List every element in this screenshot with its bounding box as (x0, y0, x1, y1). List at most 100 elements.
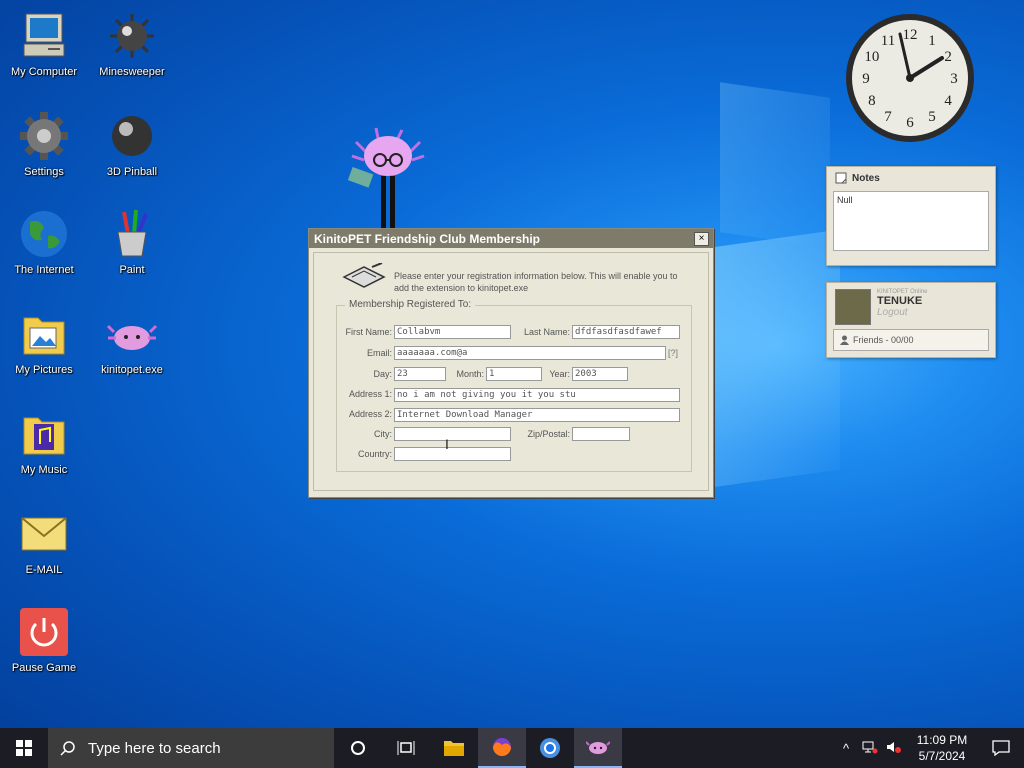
desktop-icon-minesweeper[interactable]: Minesweeper (90, 10, 174, 78)
desktop-icon-the-internet[interactable]: The Internet (2, 208, 86, 276)
taskbar-clock[interactable]: 11:09 PM 5/7/2024 (906, 732, 978, 764)
month-label: Month: (456, 369, 484, 379)
circle-icon (351, 741, 365, 755)
taskbar-kinitopet[interactable] (574, 728, 622, 768)
firefox-icon (493, 738, 511, 756)
power-icon (20, 608, 68, 656)
desktop-icon-kinitopet[interactable]: kinitopet.exe (90, 308, 174, 376)
year-label: Year: (549, 369, 570, 379)
computer-icon (23, 13, 65, 57)
city-field[interactable] (394, 427, 511, 441)
first-name-label: First Name: (345, 327, 392, 337)
gear-icon (20, 112, 68, 160)
start-button[interactable] (0, 728, 48, 768)
desktop-icon-settings[interactable]: Settings (2, 110, 86, 178)
taskbar-file-explorer[interactable] (430, 728, 478, 768)
axolotl-icon (586, 741, 610, 754)
desktop-icon-3d-pinball[interactable]: 3D Pinball (90, 110, 174, 178)
registration-icon (342, 263, 386, 288)
chevron-up-icon[interactable]: ^ (834, 741, 858, 756)
logout-link[interactable]: Logout (877, 307, 927, 318)
year-field[interactable]: 2003 (572, 367, 628, 381)
city-label: City: (374, 429, 392, 439)
folder-icon (444, 741, 464, 756)
desktop-icon-paint[interactable]: Paint (90, 208, 174, 276)
task-view-button[interactable] (382, 728, 430, 768)
notes-widget: Notes Null (826, 166, 996, 266)
desktop-icon-label: The Internet (14, 264, 74, 276)
desktop-icon-label: E-MAIL (25, 564, 63, 576)
fieldset-legend: Membership Registered To: (345, 299, 476, 310)
system-tray: ^ 11:09 PM 5/7/2024 (834, 728, 1024, 768)
paint-icon (117, 209, 148, 257)
cortana-button[interactable] (334, 728, 382, 768)
zip-field[interactable] (572, 427, 630, 441)
friends-count: Friends - 00/00 (853, 335, 914, 345)
desktop-icon-email[interactable]: E-MAIL (2, 508, 86, 576)
address2-label: Address 2: (348, 409, 392, 419)
desktop-icon-label: kinitopet.exe (101, 364, 163, 376)
last-name-field[interactable]: dfdfasdfasdfawef (572, 325, 680, 339)
globe-icon (21, 211, 67, 257)
pictures-folder-icon (23, 317, 65, 355)
taskbar-chrome[interactable] (526, 728, 574, 768)
close-button[interactable]: × (694, 231, 709, 246)
profile-username: TENUKE (877, 295, 923, 307)
wallpaper-light-beam (720, 82, 830, 248)
chrome-icon (540, 738, 560, 758)
clock-numeral: 8 (868, 93, 876, 109)
desktop-icon-pause-game[interactable]: Pause Game (2, 606, 86, 674)
taskbar-firefox[interactable] (478, 728, 526, 768)
volume-muted-icon[interactable] (882, 740, 906, 757)
desktop-icon-my-computer[interactable]: My Computer (2, 10, 86, 78)
desktop-icon-label: My Computer (10, 66, 78, 78)
search-icon (60, 741, 75, 756)
notes-title: Notes (852, 172, 880, 184)
network-icon[interactable] (858, 740, 882, 757)
clock-numeral: 12 (903, 27, 918, 43)
country-field[interactable] (394, 447, 511, 461)
email-help-button[interactable]: [?] (668, 348, 678, 358)
email-field[interactable]: aaaaaaa.com@a (394, 346, 666, 360)
taskbar-search-box[interactable]: Type here to search (48, 728, 334, 768)
pinball-icon (112, 116, 152, 156)
address1-field[interactable]: no i am not giving you it you stu (394, 388, 680, 402)
text-cursor-icon: I (445, 436, 449, 452)
taskbar-date: 5/7/2024 (918, 749, 966, 763)
month-field[interactable]: 1 (486, 367, 542, 381)
desktop-icon-my-music[interactable]: My Music (2, 408, 86, 476)
mine-icon (110, 14, 154, 58)
desktop-icon-my-pictures[interactable]: My Pictures (2, 308, 86, 376)
profile-widget: KINITOPET Online TENUKE Logout Friends -… (826, 282, 996, 358)
address2-field[interactable]: Internet Download Manager (394, 408, 680, 422)
desktop-icon-label: Paint (119, 264, 145, 276)
dialog-titlebar[interactable]: KinitoPET Friendship Club Membership × (309, 229, 713, 248)
notification-button[interactable] (978, 740, 1024, 756)
email-label: Email: (366, 348, 392, 358)
address1-label: Address 1: (348, 389, 392, 399)
axolotl-icon (106, 324, 158, 350)
notes-header: Notes (827, 167, 995, 189)
notification-icon (992, 740, 1010, 756)
friends-button[interactable]: Friends - 00/00 (833, 329, 989, 351)
day-field[interactable]: 23 (394, 367, 446, 381)
clock-numeral: 2 (944, 49, 952, 65)
person-icon (840, 335, 849, 345)
search-placeholder: Type here to search (88, 739, 221, 757)
dialog-title: KinitoPET Friendship Club Membership (314, 231, 541, 246)
country-label: Country: (357, 449, 392, 459)
clock-numeral: 6 (906, 115, 914, 131)
first-name-field[interactable]: Collabvm (394, 325, 511, 339)
clock-numeral: 10 (864, 49, 879, 65)
desktop-icon-label: 3D Pinball (106, 166, 158, 178)
last-name-label: Last Name: (523, 327, 570, 337)
clock-numeral: 1 (928, 33, 936, 49)
note-icon (835, 172, 847, 184)
taskbar-time: 11:09 PM (916, 733, 968, 747)
clock-numeral: 7 (884, 109, 892, 125)
desktop-icon-label: My Music (20, 464, 68, 476)
dialog-body: Please enter your registration informati… (313, 252, 709, 491)
clock-numeral: 11 (881, 33, 895, 49)
notes-textarea[interactable]: Null (833, 191, 989, 251)
desktop-icon-label: My Pictures (15, 364, 73, 376)
